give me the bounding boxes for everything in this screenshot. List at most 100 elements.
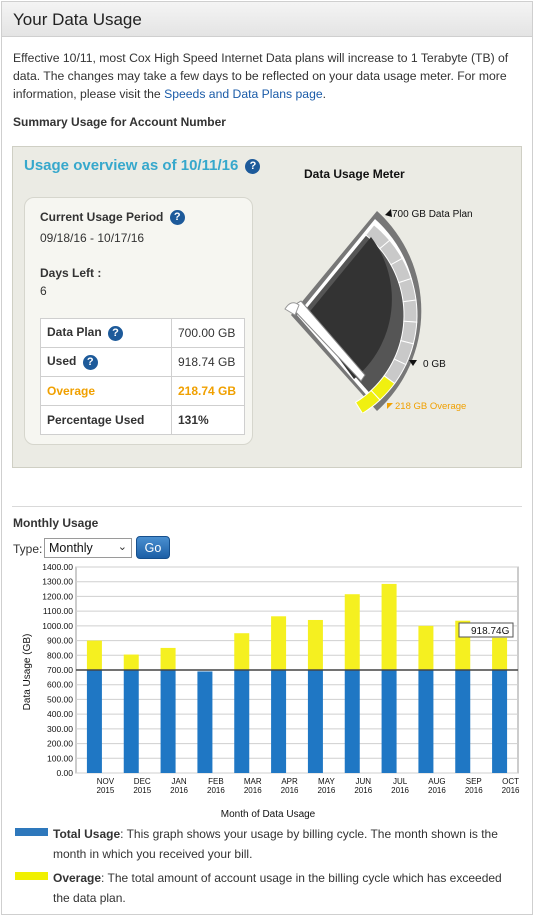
percentage-used-label: Percentage Used <box>40 405 172 435</box>
meter-zero-label: 0 GB <box>423 359 446 370</box>
y-tick-label: 1200.00 <box>42 591 73 601</box>
meter-title: Data Usage Meter <box>304 167 405 181</box>
go-button[interactable]: Go <box>136 536 170 559</box>
speeds-data-plans-link[interactable]: Speeds and Data Plans page <box>164 87 323 101</box>
y-tick-label: 1100.00 <box>43 606 73 616</box>
overage-value: 218.74 GB <box>171 376 245 406</box>
x-tick-label: SEP <box>466 777 482 786</box>
help-icon[interactable]: ? <box>169 210 185 226</box>
bar-overage[interactable] <box>160 647 176 670</box>
table-row: Used ? 918.74 GB <box>40 347 245 377</box>
y-axis-label: Data Usage (GB) <box>22 634 33 711</box>
bar-overage[interactable] <box>307 619 323 670</box>
table-row: Overage 218.74 GB <box>40 376 245 406</box>
x-tick-label: 2016 <box>318 786 336 795</box>
chevron-down-icon: ⌄ <box>117 541 127 553</box>
bar-overage[interactable] <box>418 625 434 670</box>
usage-table: Data Plan ? 700.00 GB Used ? 918.74 GB O… <box>40 318 245 435</box>
bar-total-usage[interactable] <box>234 670 250 773</box>
x-tick-label: 2015 <box>97 786 115 795</box>
x-tick-label: 2016 <box>170 786 188 795</box>
type-select[interactable]: Monthly ⌄ <box>44 538 132 558</box>
monthly-usage-chart: 0.00 100.00 200.00 300.00 400.00 500.00 600.00… <box>22 562 520 820</box>
y-tick-label: 1000.00 <box>42 621 73 631</box>
x-tick-label: 2016 <box>502 786 520 795</box>
bar-total-usage[interactable] <box>271 670 287 773</box>
y-tick-label: 1300.00 <box>42 577 73 587</box>
y-tick-label: 900.00 <box>47 636 73 646</box>
legend-desc: : This graph shows your usage by billing… <box>53 827 498 861</box>
legend-name: Total Usage <box>53 827 121 841</box>
bar-total-usage[interactable] <box>455 670 471 773</box>
overview-title-text: Usage overview as of 10/11/16 <box>24 157 239 174</box>
x-tick-label: FEB <box>208 777 224 786</box>
bar-overage[interactable] <box>86 640 102 670</box>
usage-period-value: 09/18/16 - 10/17/16 <box>40 231 145 245</box>
help-icon[interactable]: ? <box>245 158 261 174</box>
y-tick-label: 1400.00 <box>42 562 73 572</box>
x-axis-label: Month of Data Usage <box>221 809 316 820</box>
bar-overage[interactable] <box>344 594 360 670</box>
table-row: Percentage Used 131% <box>40 405 245 435</box>
y-tick-label: 800.00 <box>47 650 73 660</box>
y-tick-label: 500.00 <box>47 694 73 704</box>
x-tick-label: 2016 <box>465 786 483 795</box>
x-tick-label: MAY <box>318 777 335 786</box>
y-tick-label: 0.00 <box>56 768 73 778</box>
bar-total-usage[interactable] <box>492 670 508 773</box>
x-tick-label: OCT <box>502 777 519 786</box>
intro-end: . <box>322 87 327 101</box>
legend-name: Overage <box>53 871 102 885</box>
bar-overage[interactable] <box>271 616 287 670</box>
x-tick-label: 2016 <box>428 786 446 795</box>
overview-title: Usage overview as of 10/11/16 ? <box>24 157 261 174</box>
days-left-label: Days Left : <box>40 266 102 280</box>
bar-overage[interactable] <box>492 637 508 670</box>
y-tick-label: 700.00 <box>47 665 73 675</box>
data-plan-label: Data Plan <box>47 325 102 340</box>
meter-plan-label: 700 GB Data Plan <box>392 209 473 220</box>
x-tick-label: 2016 <box>391 786 409 795</box>
legend-swatch <box>15 828 48 836</box>
bar-total-usage[interactable] <box>86 670 102 773</box>
bar-total-usage[interactable] <box>381 670 397 773</box>
data-plan-value: 700.00 GB <box>171 318 245 348</box>
bar-overage[interactable] <box>381 583 397 670</box>
x-tick-label: MAR <box>244 777 262 786</box>
legend-desc: : The total amount of account usage in t… <box>53 871 502 905</box>
legend-item-overage: Overage: The total amount of account usa… <box>15 868 520 908</box>
y-tick-label: 200.00 <box>47 739 73 749</box>
bar-total-usage[interactable] <box>307 670 323 773</box>
bar-total-usage[interactable] <box>197 671 213 773</box>
x-tick-label: 2016 <box>207 786 225 795</box>
usage-overview-panel: Usage overview as of 10/11/16 ? Current … <box>12 146 522 468</box>
type-select-value: Monthly <box>49 541 93 555</box>
bar-overage[interactable] <box>123 654 139 670</box>
meter-segment <box>400 320 418 345</box>
y-tick-label: 600.00 <box>47 680 73 690</box>
overage-label: Overage <box>40 376 172 406</box>
x-tick-label: 2016 <box>244 786 262 795</box>
x-tick-label: 2016 <box>354 786 372 795</box>
bar-total-usage[interactable] <box>344 670 360 773</box>
x-tick-label: NOV <box>97 777 115 786</box>
legend-item-total-usage: Total Usage: This graph shows your usage… <box>15 824 520 864</box>
intro-text: Effective 10/11, most Cox High Speed Int… <box>13 49 523 103</box>
meter-segment <box>402 299 418 323</box>
bar-total-usage[interactable] <box>123 670 139 773</box>
bar-total-usage[interactable] <box>160 670 176 773</box>
x-tick-label: AUG <box>428 777 445 786</box>
type-label: Type: <box>13 542 43 556</box>
usage-summary-card: Current Usage Period ? 09/18/16 - 10/17/… <box>24 197 253 445</box>
bar-overage[interactable] <box>234 633 250 670</box>
x-tick-label: JUN <box>355 777 371 786</box>
help-icon[interactable]: ? <box>108 325 124 341</box>
data-usage-meter: 700 GB Data Plan 0 GB 218 GB Overage <box>284 209 473 413</box>
y-tick-label: 300.00 <box>47 724 73 734</box>
tooltip: 918.74G <box>458 622 514 638</box>
x-tick-label: 2016 <box>281 786 299 795</box>
bar-total-usage[interactable] <box>418 670 434 773</box>
x-tick-label: 2015 <box>133 786 151 795</box>
help-icon[interactable]: ? <box>82 354 98 370</box>
days-left-value: 6 <box>40 284 47 298</box>
